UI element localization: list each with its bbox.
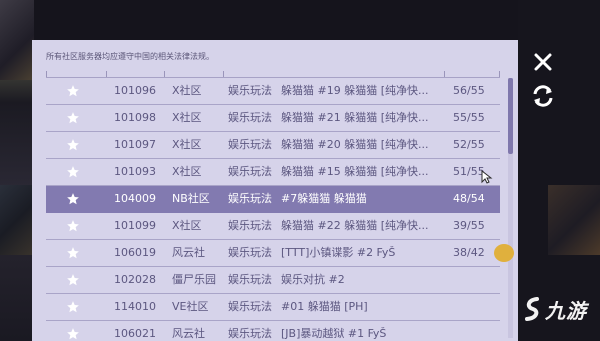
server-row[interactable]: 106021 风云社 娱乐玩法 [JB]暴动越狱 #1 FyŠ — [46, 321, 500, 341]
server-category: 娱乐玩法 — [228, 246, 272, 259]
server-row[interactable]: 101097 X社区 娱乐玩法 躲猫猫 #20 躲猫猫 [纯净快... 52/55 — [46, 132, 500, 159]
server-community: X社区 — [172, 165, 202, 178]
legal-notice: 所有社区服务器均应遵守中国的相关法律法规。 — [46, 52, 214, 61]
favorite-star-icon[interactable] — [66, 321, 86, 341]
player-count: 56/55 — [453, 84, 485, 97]
server-row[interactable]: 106019 风云社 娱乐玩法 [TTT]小镇谍影 #2 FyŠ 38/42 — [46, 240, 500, 267]
server-id: 114010 — [114, 300, 156, 313]
server-name: [JB]暴动越狱 #1 FyŠ — [281, 327, 387, 340]
player-count: 52/55 — [453, 138, 485, 151]
server-community: VE社区 — [172, 300, 209, 313]
server-category: 娱乐玩法 — [228, 111, 272, 124]
server-community: 风云社 — [172, 327, 205, 340]
server-community: X社区 — [172, 111, 202, 124]
logo-text: 九游 — [545, 298, 587, 323]
background-right — [518, 0, 600, 341]
server-row[interactable]: 114010 VE社区 娱乐玩法 #01 躲猫猫 [PH] — [46, 294, 500, 321]
server-category: 娱乐玩法 — [228, 84, 272, 97]
player-count: 55/55 — [453, 111, 485, 124]
server-id: 102028 — [114, 273, 156, 286]
server-community: 风云社 — [172, 246, 205, 259]
server-name: 躲猫猫 #20 躲猫猫 [纯净快... — [281, 138, 429, 151]
column-divider — [444, 71, 445, 77]
server-row[interactable]: 104009 NB社区 娱乐玩法 #7躲猫猫 躲猫猫 48/54 — [46, 186, 500, 213]
server-id: 104009 — [114, 192, 156, 205]
refresh-button[interactable] — [531, 84, 555, 108]
server-community: 僵尸乐园 — [172, 273, 216, 286]
server-row[interactable]: 101096 X社区 娱乐玩法 躲猫猫 #19 躲猫猫 [纯净快... 56/55 — [46, 78, 500, 105]
favorite-star-icon[interactable] — [66, 240, 86, 266]
column-header-row — [46, 65, 500, 78]
favorite-star-icon[interactable] — [66, 132, 86, 158]
server-name: 躲猫猫 #15 躲猫猫 [纯净快... — [281, 165, 429, 178]
server-category: 娱乐玩法 — [228, 138, 272, 151]
background-thumbnail — [0, 0, 34, 80]
column-divider — [223, 71, 224, 77]
yellow-badge — [494, 244, 514, 262]
server-name: 娱乐对抗 #2 — [281, 273, 345, 286]
server-id: 101097 — [114, 138, 156, 151]
server-community: NB社区 — [172, 192, 210, 205]
favorite-star-icon[interactable] — [66, 159, 86, 185]
server-id: 101096 — [114, 84, 156, 97]
server-row[interactable]: 101093 X社区 娱乐玩法 躲猫猫 #15 躲猫猫 [纯净快... 51/55 — [46, 159, 500, 186]
server-name: 躲猫猫 #19 躲猫猫 [纯净快... — [281, 84, 429, 97]
server-id: 101098 — [114, 111, 156, 124]
favorite-star-icon[interactable] — [66, 213, 86, 239]
server-category: 娱乐玩法 — [228, 219, 272, 232]
column-divider — [46, 71, 47, 77]
server-id: 101099 — [114, 219, 156, 232]
server-id: 101093 — [114, 165, 156, 178]
server-category: 娱乐玩法 — [228, 327, 272, 340]
server-name: [TTT]小镇谍影 #2 FyŠ — [281, 246, 396, 259]
server-category: 娱乐玩法 — [228, 192, 272, 205]
favorite-star-icon[interactable] — [66, 78, 86, 104]
server-category: 娱乐玩法 — [228, 300, 272, 313]
column-divider — [106, 71, 107, 77]
player-count — [453, 294, 499, 320]
jiuyou-logo: 九游 — [523, 296, 587, 323]
refresh-icon — [533, 85, 553, 107]
server-list: 101096 X社区 娱乐玩法 躲猫猫 #19 躲猫猫 [纯净快... 56/55 101… — [46, 78, 500, 341]
favorite-star-icon[interactable] — [66, 186, 86, 212]
logo-mark-icon — [525, 297, 539, 321]
favorite-star-icon[interactable] — [66, 294, 86, 320]
player-count: 39/55 — [453, 219, 485, 232]
mouse-cursor-icon — [481, 169, 493, 188]
background-left — [0, 0, 34, 341]
favorite-star-icon[interactable] — [66, 105, 86, 131]
server-row[interactable]: 102028 僵尸乐园 娱乐玩法 娱乐对抗 #2 — [46, 267, 500, 294]
server-community: X社区 — [172, 219, 202, 232]
scrollbar[interactable] — [508, 78, 513, 338]
close-button[interactable] — [533, 52, 553, 72]
background-thumbnail — [548, 185, 600, 255]
server-row[interactable]: 101098 X社区 娱乐玩法 躲猫猫 #21 躲猫猫 [纯净快... 55/55 — [46, 105, 500, 132]
server-id: 106021 — [114, 327, 156, 340]
column-divider — [164, 71, 165, 77]
server-name: 躲猫猫 #22 躲猫猫 [纯净快... — [281, 219, 429, 232]
scrollbar-thumb[interactable] — [508, 78, 513, 154]
server-community: X社区 — [172, 84, 202, 97]
player-count — [453, 321, 499, 341]
server-category: 娱乐玩法 — [228, 165, 272, 178]
server-category: 娱乐玩法 — [228, 273, 272, 286]
player-count — [453, 267, 499, 293]
player-count: 38/42 — [453, 246, 485, 259]
column-divider — [499, 71, 500, 77]
server-row[interactable]: 101099 X社区 娱乐玩法 躲猫猫 #22 躲猫猫 [纯净快... 39/55 — [46, 213, 500, 240]
server-name: #01 躲猫猫 [PH] — [281, 300, 368, 313]
server-id: 106019 — [114, 246, 156, 259]
background-thumbnail — [0, 185, 34, 255]
server-browser-panel: 所有社区服务器均应遵守中国的相关法律法规。 101096 X社区 娱乐玩法 躲猫猫 #… — [32, 40, 518, 341]
close-icon — [534, 53, 552, 71]
server-name: #7躲猫猫 躲猫猫 — [281, 192, 367, 205]
server-name: 躲猫猫 #21 躲猫猫 [纯净快... — [281, 111, 429, 124]
favorite-star-icon[interactable] — [66, 267, 86, 293]
player-count: 48/54 — [453, 192, 485, 205]
server-community: X社区 — [172, 138, 202, 151]
